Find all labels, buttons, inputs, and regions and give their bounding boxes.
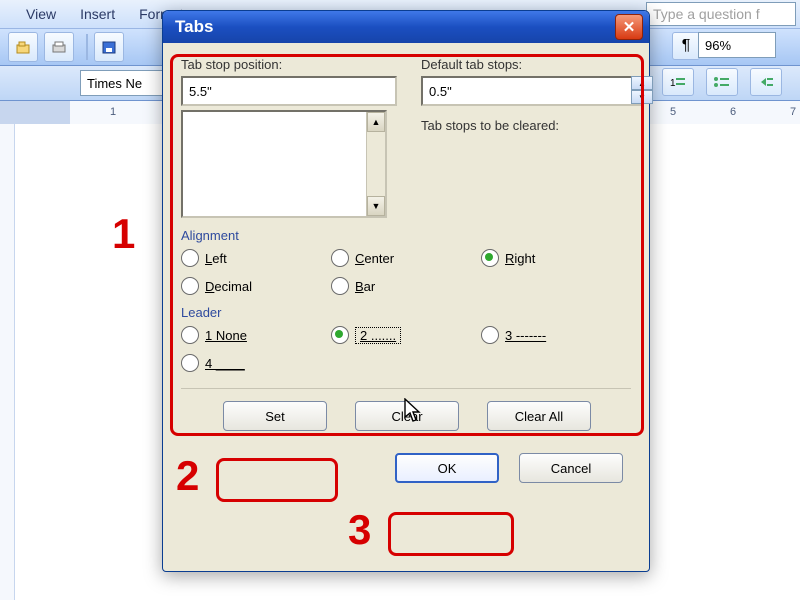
cancel-button[interactable]: Cancel xyxy=(519,453,623,483)
leader-dots-radio[interactable]: 2 ....... xyxy=(331,326,481,344)
scroll-up-icon[interactable]: ▲ xyxy=(367,112,385,132)
default-tab-stops-spinner[interactable]: ▲ ▼ xyxy=(631,76,653,104)
menu-view[interactable]: View xyxy=(14,3,68,25)
alignment-bar-radio[interactable]: Bar xyxy=(331,277,481,295)
toolbar-separator xyxy=(86,34,88,60)
svg-text:1: 1 xyxy=(670,78,676,89)
show-hide-paragraph-icon[interactable]: ¶ xyxy=(672,32,700,60)
annotation-number-3: 3 xyxy=(348,506,371,554)
leader-underscore-label: 4 ____ xyxy=(205,356,245,371)
alignment-center-label: Center xyxy=(355,251,394,266)
tab-stops-cleared-label: Tab stops to be cleared: xyxy=(421,118,653,133)
leader-underscore-radio[interactable]: 4 ____ xyxy=(181,354,331,372)
spinner-up-icon[interactable]: ▲ xyxy=(631,76,653,90)
doc-left-margin xyxy=(0,124,15,600)
alignment-group: Alignment Left Center Right Decimal Bar xyxy=(181,228,631,295)
bulleted-list-icon[interactable] xyxy=(706,68,738,96)
zoom-combo[interactable]: 96% xyxy=(698,32,776,58)
clear-all-button[interactable]: Clear All xyxy=(487,401,591,431)
menu-insert[interactable]: Insert xyxy=(68,3,127,25)
leader-dots-label: 2 ....... xyxy=(355,327,401,344)
ok-button[interactable]: OK xyxy=(395,453,499,483)
alignment-decimal-label: Decimal xyxy=(205,279,252,294)
default-tab-stops-input[interactable] xyxy=(421,76,641,106)
dialog-title: Tabs xyxy=(175,17,213,37)
scroll-down-icon[interactable]: ▼ xyxy=(367,196,385,216)
alignment-left-label: Left xyxy=(205,251,227,266)
tab-stop-position-input[interactable] xyxy=(181,76,397,106)
alignment-right-label: Right xyxy=(505,251,535,266)
leader-dashes-radio[interactable]: 3 ------- xyxy=(481,326,631,344)
leader-none-radio[interactable]: 1 None xyxy=(181,326,331,344)
listbox-scrollbar[interactable]: ▲ ▼ xyxy=(366,112,385,216)
tabs-dialog: Tabs ✕ Tab stop position: ▲ ▼ Default ta… xyxy=(162,10,650,572)
alignment-right-radio[interactable]: Right xyxy=(481,249,631,267)
default-tab-stops-label: Default tab stops: xyxy=(421,57,653,72)
save-icon[interactable] xyxy=(94,32,124,62)
decrease-indent-icon[interactable] xyxy=(750,68,782,96)
dialog-titlebar[interactable]: Tabs ✕ xyxy=(163,11,649,43)
alignment-bar-label: Bar xyxy=(355,279,375,294)
numbered-list-icon[interactable]: 1 xyxy=(662,68,694,96)
spinner-down-icon[interactable]: ▼ xyxy=(631,90,653,104)
set-button[interactable]: Set xyxy=(223,401,327,431)
alignment-decimal-radio[interactable]: Decimal xyxy=(181,277,331,295)
print-icon[interactable] xyxy=(44,32,74,62)
open-icon[interactable] xyxy=(8,32,38,62)
tab-stop-position-label: Tab stop position: xyxy=(181,57,397,72)
annotation-number-1: 1 xyxy=(112,210,135,258)
clear-button[interactable]: Clear xyxy=(355,401,459,431)
leader-none-label: 1 None xyxy=(205,328,247,343)
alignment-left-radio[interactable]: Left xyxy=(181,249,331,267)
leader-dashes-label: 3 ------- xyxy=(505,328,546,343)
help-search-box[interactable]: Type a question f xyxy=(646,2,796,26)
annotation-number-2: 2 xyxy=(176,452,199,500)
leader-group-title: Leader xyxy=(181,305,631,320)
dialog-separator xyxy=(181,388,631,389)
alignment-group-title: Alignment xyxy=(181,228,631,243)
close-icon[interactable]: ✕ xyxy=(615,14,643,40)
leader-group: Leader 1 None 2 ....... 3 ------- 4 ____ xyxy=(181,305,631,372)
tab-stop-listbox[interactable]: ▲ ▼ xyxy=(181,110,387,218)
alignment-center-radio[interactable]: Center xyxy=(331,249,481,267)
